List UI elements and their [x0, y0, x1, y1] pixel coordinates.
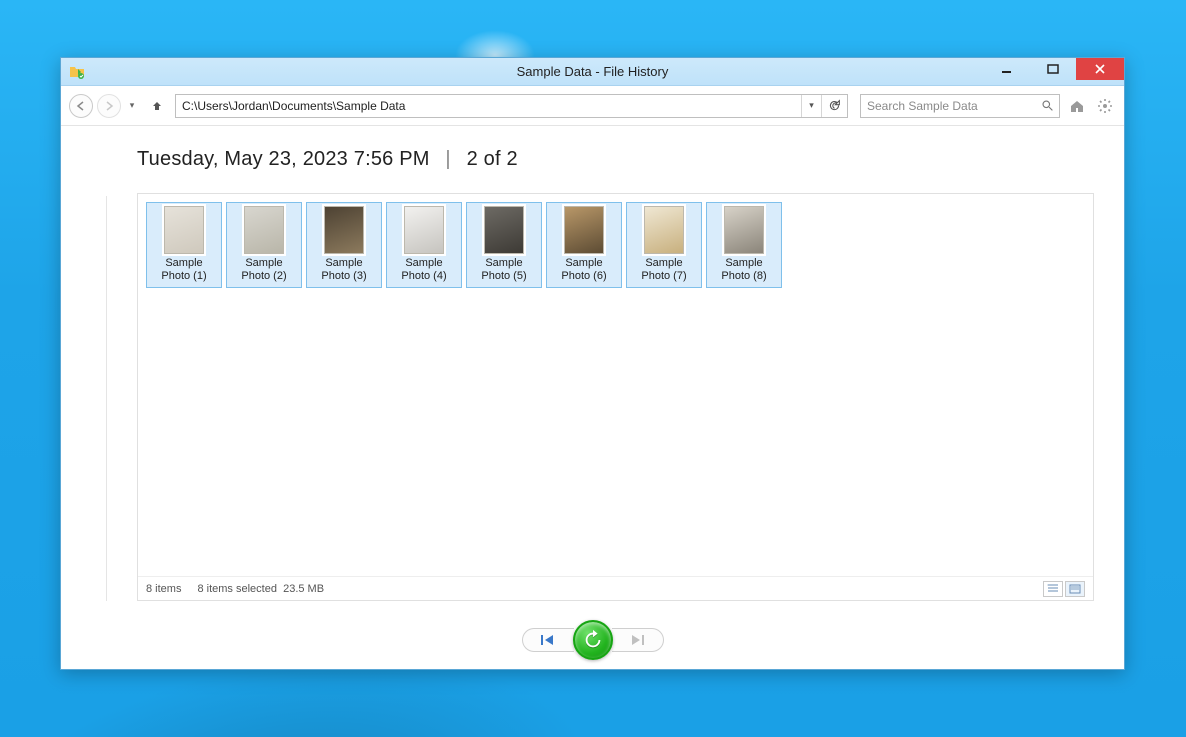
- file-item[interactable]: Sample Photo (5): [466, 202, 542, 288]
- files-panel: Sample Photo (1) Sample Photo (2) Sample…: [137, 193, 1094, 601]
- address-bar: ▾: [175, 94, 848, 118]
- previous-version-button[interactable]: [522, 628, 574, 652]
- back-button[interactable]: [69, 94, 93, 118]
- file-thumbnail: [564, 206, 604, 254]
- file-thumbnail: [164, 206, 204, 254]
- address-input[interactable]: [176, 95, 801, 117]
- version-timestamp: Tuesday, May 23, 2023 7:56 PM: [137, 148, 430, 170]
- view-switcher: [1043, 581, 1085, 597]
- file-label: Sample Photo (3): [310, 257, 378, 283]
- refresh-button[interactable]: [821, 95, 847, 117]
- heading-separator: |: [445, 148, 450, 170]
- window-controls: [984, 58, 1124, 80]
- search-input[interactable]: [861, 99, 1035, 113]
- up-button[interactable]: [147, 96, 167, 116]
- file-item[interactable]: Sample Photo (1): [146, 202, 222, 288]
- search-bar: [860, 94, 1060, 118]
- home-button[interactable]: [1066, 95, 1088, 117]
- minimize-button[interactable]: [984, 58, 1030, 80]
- forward-button[interactable]: [97, 94, 121, 118]
- file-history-window: Sample Data - File History ▾ ▾: [60, 57, 1125, 670]
- file-label: Sample Photo (8): [710, 257, 778, 283]
- file-label: Sample Photo (6): [550, 257, 618, 283]
- status-bar: 8 items 8 items selected 23.5 MB: [138, 576, 1093, 600]
- file-item[interactable]: Sample Photo (8): [706, 202, 782, 288]
- content-area: Tuesday, May 23, 2023 7:56 PM | 2 of 2 S…: [107, 126, 1124, 611]
- address-dropdown[interactable]: ▾: [801, 95, 821, 117]
- restore-button[interactable]: [573, 620, 613, 660]
- next-version-button[interactable]: [612, 628, 664, 652]
- file-thumbnail: [324, 206, 364, 254]
- file-grid[interactable]: Sample Photo (1) Sample Photo (2) Sample…: [138, 194, 1093, 576]
- navigation-pane[interactable]: [69, 196, 107, 601]
- file-thumbnail: [484, 206, 524, 254]
- icons-view-button[interactable]: [1065, 581, 1085, 597]
- window-title: Sample Data - File History: [61, 64, 1124, 79]
- search-icon[interactable]: [1035, 99, 1059, 112]
- version-heading: Tuesday, May 23, 2023 7:56 PM | 2 of 2: [137, 148, 1094, 171]
- maximize-button[interactable]: [1030, 58, 1076, 80]
- file-thumbnail: [404, 206, 444, 254]
- file-item[interactable]: Sample Photo (3): [306, 202, 382, 288]
- file-thumbnail: [644, 206, 684, 254]
- version-position: 2 of 2: [467, 148, 518, 170]
- history-dropdown[interactable]: ▾: [125, 100, 139, 111]
- details-view-button[interactable]: [1043, 581, 1063, 597]
- file-label: Sample Photo (7): [630, 257, 698, 283]
- selected-info: 8 items selected 23.5 MB: [197, 583, 324, 595]
- file-item[interactable]: Sample Photo (7): [626, 202, 702, 288]
- app-icon: [67, 62, 87, 82]
- navigation-bar: [61, 611, 1124, 669]
- file-thumbnail: [244, 206, 284, 254]
- toolbar: ▾ ▾: [61, 86, 1124, 126]
- close-button[interactable]: [1076, 58, 1124, 80]
- file-thumbnail: [724, 206, 764, 254]
- gear-icon[interactable]: [1094, 95, 1116, 117]
- file-label: Sample Photo (4): [390, 257, 458, 283]
- file-label: Sample Photo (1): [150, 257, 218, 283]
- item-count: 8 items: [146, 583, 181, 595]
- title-bar[interactable]: Sample Data - File History: [61, 58, 1124, 86]
- file-item[interactable]: Sample Photo (6): [546, 202, 622, 288]
- file-item[interactable]: Sample Photo (4): [386, 202, 462, 288]
- file-label: Sample Photo (5): [470, 257, 538, 283]
- window-body: Tuesday, May 23, 2023 7:56 PM | 2 of 2 S…: [61, 126, 1124, 611]
- file-item[interactable]: Sample Photo (2): [226, 202, 302, 288]
- file-label: Sample Photo (2): [230, 257, 298, 283]
